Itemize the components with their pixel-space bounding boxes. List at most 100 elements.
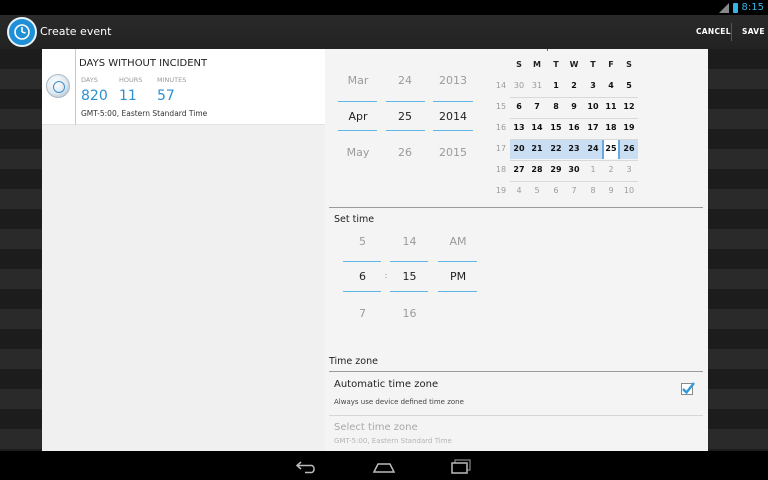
- calendar-day[interactable]: 7: [528, 102, 546, 111]
- calendar-day[interactable]: 6: [547, 186, 565, 195]
- calendar-day[interactable]: 30: [510, 81, 528, 90]
- hour-next[interactable]: 7: [344, 307, 381, 320]
- calendar-day[interactable]: 11: [602, 102, 620, 111]
- calendar-day[interactable]: 9: [565, 102, 583, 111]
- home-icon[interactable]: [372, 458, 396, 474]
- calendar-day[interactable]: 5: [528, 186, 546, 195]
- day-next[interactable]: 26: [387, 146, 423, 159]
- calendar-day[interactable]: 24: [584, 144, 602, 153]
- calendar-day[interactable]: 22: [547, 144, 565, 153]
- calendar-day[interactable]: 4: [602, 81, 620, 90]
- app-logo-icon[interactable]: [7, 17, 37, 47]
- recent-apps-icon[interactable]: [449, 458, 473, 474]
- month-divider-bottom: [338, 130, 377, 131]
- auto-timezone-checkbox[interactable]: [681, 382, 695, 395]
- calendar-day[interactable]: 12: [620, 102, 638, 111]
- day-divider-bottom: [386, 130, 425, 131]
- calendar-day[interactable]: 2: [565, 81, 583, 90]
- week-number: 18: [495, 165, 507, 174]
- calendar-day[interactable]: 28: [528, 165, 546, 174]
- calendar-day[interactable]: 26: [620, 144, 638, 153]
- calendar-day[interactable]: 1: [584, 165, 602, 174]
- calendar-day[interactable]: 23: [565, 144, 583, 153]
- calendar-day[interactable]: 19: [620, 123, 638, 132]
- ampm-spinner[interactable]: PM: [439, 270, 477, 283]
- page-title: Create event: [40, 25, 112, 38]
- day-divider-top: [386, 101, 425, 102]
- cancel-button[interactable]: CANCEL: [696, 27, 731, 36]
- calendar-day[interactable]: 3: [620, 165, 638, 174]
- date-section-divider: [329, 207, 703, 208]
- days-value: 820: [81, 88, 108, 104]
- minute-next[interactable]: 16: [391, 307, 428, 320]
- year-next[interactable]: 2015: [434, 146, 472, 159]
- year-spinner[interactable]: 2014: [434, 110, 472, 123]
- save-button[interactable]: SAVE: [742, 27, 765, 36]
- hours-label: HOURS: [119, 76, 143, 84]
- calendar-day[interactable]: 4: [510, 186, 528, 195]
- calendar-day[interactable]: 18: [602, 123, 620, 132]
- ampm-prev[interactable]: AM: [439, 235, 477, 248]
- clock-icon: [46, 74, 70, 98]
- calendar-day[interactable]: 31: [528, 81, 546, 90]
- calendar-day[interactable]: 15: [547, 123, 565, 132]
- month-prev[interactable]: Mar: [340, 74, 376, 87]
- weekday-header: T: [553, 60, 559, 69]
- minute-spinner[interactable]: 15: [391, 270, 428, 283]
- calendar-day[interactable]: 6: [510, 102, 528, 111]
- calendar-day[interactable]: 10: [584, 102, 602, 111]
- minute-divider-top: [390, 261, 428, 262]
- calendar-day[interactable]: 10: [620, 186, 638, 195]
- calendar-day[interactable]: 17: [584, 123, 602, 132]
- calendar-day[interactable]: 8: [584, 186, 602, 195]
- widget-icon-box: [42, 49, 76, 125]
- timezone-section-divider: [329, 371, 703, 372]
- calendar-day[interactable]: 8: [547, 102, 565, 111]
- weekday-header: S: [516, 60, 522, 69]
- calendar-day[interactable]: 20: [510, 144, 528, 153]
- minute-prev[interactable]: 14: [391, 235, 428, 248]
- calendar-day[interactable]: 29: [547, 165, 565, 174]
- month-next[interactable]: May: [340, 146, 376, 159]
- calendar-day[interactable]: 13: [510, 123, 528, 132]
- hour-divider-top: [343, 261, 381, 262]
- action-bar: Create event CANCEL SAVE: [0, 15, 768, 49]
- calendar-day[interactable]: 16: [565, 123, 583, 132]
- weekday-header: M: [533, 60, 541, 69]
- days-label: DAYS: [81, 76, 98, 84]
- calendar-day[interactable]: 1: [547, 81, 565, 90]
- calendar-day[interactable]: 25: [602, 144, 620, 153]
- signal-icon: [718, 2, 729, 13]
- auto-timezone-title[interactable]: Automatic time zone: [334, 379, 438, 390]
- set-time-title: Set time: [334, 214, 375, 225]
- year-prev[interactable]: 2013: [434, 74, 472, 87]
- calendar-day[interactable]: 7: [565, 186, 583, 195]
- month-spinner[interactable]: Apr: [340, 110, 376, 123]
- calendar-day[interactable]: 27: [510, 165, 528, 174]
- calendar-day[interactable]: 3: [584, 81, 602, 90]
- auto-timezone-subtitle: Always use device defined time zone: [334, 398, 464, 406]
- week-number: 16: [495, 123, 507, 132]
- calendar-day[interactable]: 5: [620, 81, 638, 90]
- week-number: 19: [495, 186, 507, 195]
- calendar-day[interactable]: 9: [602, 186, 620, 195]
- calendar-day[interactable]: 14: [528, 123, 546, 132]
- navigation-bar: [0, 451, 768, 480]
- hour-prev[interactable]: 5: [344, 235, 381, 248]
- weekday-header: F: [608, 60, 614, 69]
- calendar-day[interactable]: 30: [565, 165, 583, 174]
- widget-preview[interactable]: DAYS WITHOUT INCIDENT DAYS HOURS MINUTES…: [42, 49, 325, 125]
- ampm-divider-bottom: [438, 291, 477, 292]
- calendar-day[interactable]: 2: [602, 165, 620, 174]
- minutes-label: MINUTES: [157, 76, 187, 84]
- day-prev[interactable]: 24: [387, 74, 423, 87]
- weekday-header: W: [569, 60, 579, 69]
- calendar-row-divider: [510, 181, 638, 182]
- hour-spinner[interactable]: 6: [344, 270, 381, 283]
- day-spinner[interactable]: 25: [387, 110, 423, 123]
- calendar-day[interactable]: 21: [528, 144, 546, 153]
- select-timezone-title[interactable]: Select time zone: [334, 422, 418, 433]
- weekday-header: T: [590, 60, 596, 69]
- minutes-value: 57: [157, 88, 175, 104]
- back-icon[interactable]: [295, 458, 319, 474]
